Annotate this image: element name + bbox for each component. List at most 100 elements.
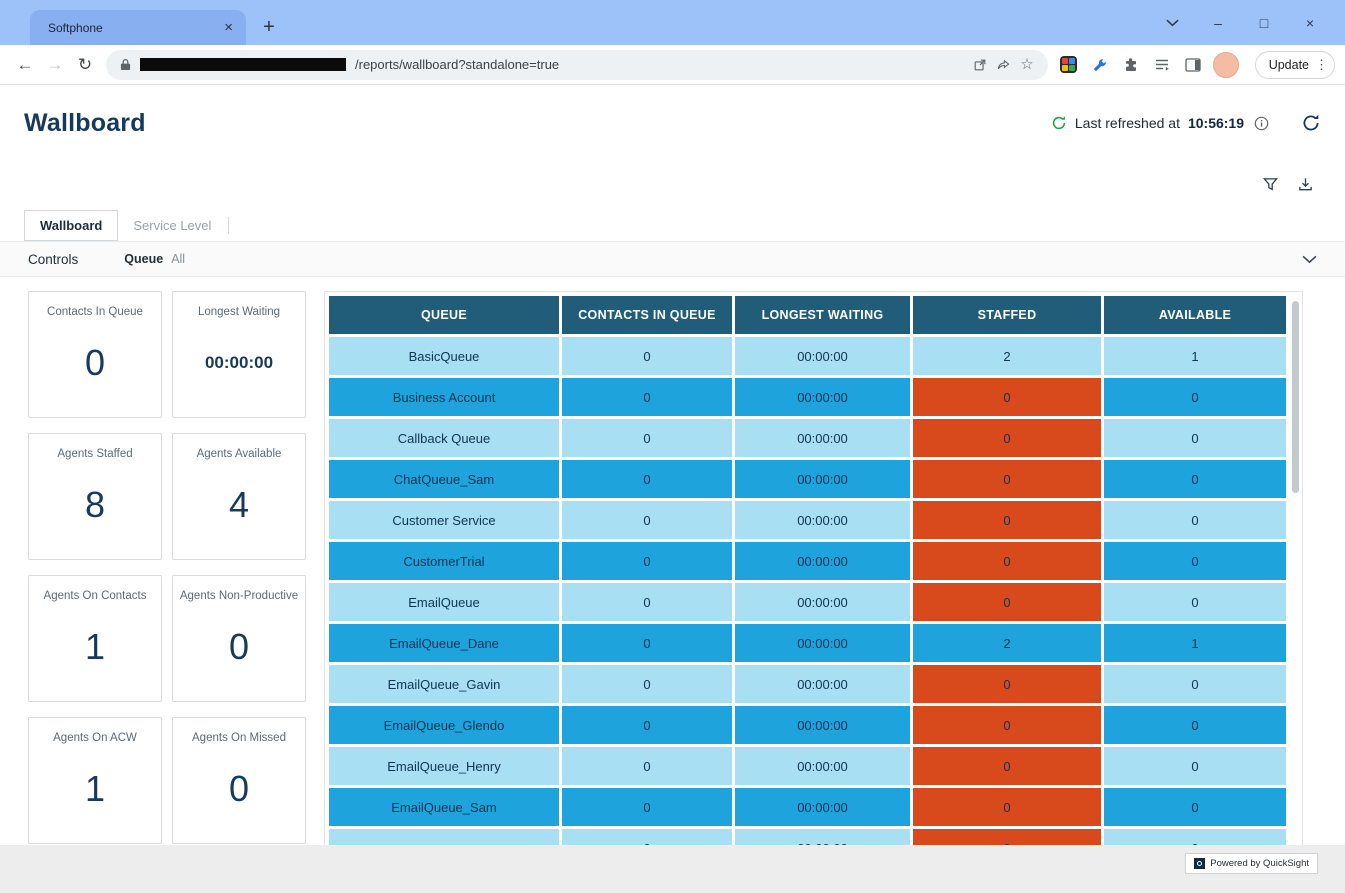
tab-close-icon[interactable]: × (221, 20, 236, 35)
staffed-cell[interactable]: 0 (913, 665, 1101, 703)
available-cell[interactable]: 0 (1104, 788, 1286, 826)
available-cell[interactable]: 0 (1104, 460, 1286, 498)
staffed-cell[interactable]: 0 (913, 419, 1101, 457)
contacts-cell[interactable]: 0 (562, 337, 732, 375)
contacts-cell[interactable]: 0 (562, 747, 732, 785)
column-header-staffed[interactable]: STAFFED (913, 296, 1101, 334)
available-cell[interactable]: 0 (1104, 542, 1286, 580)
queue-cell[interactable]: Business Account (329, 378, 559, 416)
available-cell[interactable]: 1 (1104, 337, 1286, 375)
contacts-cell[interactable]: 0 (562, 378, 732, 416)
back-button[interactable]: ← (10, 55, 40, 75)
filter-funnel-icon[interactable] (1263, 177, 1278, 192)
forward-button[interactable]: → (40, 55, 70, 75)
window-chevron-icon[interactable] (1149, 19, 1195, 27)
available-cell[interactable]: 0 (1104, 829, 1286, 846)
queue-cell[interactable]: ChatQueue_Sam (329, 460, 559, 498)
queue-cell[interactable]: CustomerTrial (329, 542, 559, 580)
queue-cell[interactable]: EmailQueue_Glendo (329, 706, 559, 744)
browser-menu-kebab-icon[interactable]: ⋮ (1315, 57, 1328, 73)
contacts-cell[interactable]: 0 (562, 542, 732, 580)
available-cell[interactable]: 0 (1104, 747, 1286, 785)
column-header-contacts-in-queue[interactable]: CONTACTS IN QUEUE (562, 296, 732, 334)
column-header-available[interactable]: AVAILABLE (1104, 296, 1286, 334)
table-scrollbar[interactable] (1292, 301, 1299, 493)
browser-tab[interactable]: Softphone × (30, 10, 246, 45)
reload-button[interactable]: ↻ (70, 55, 100, 75)
contacts-cell[interactable]: 0 (562, 419, 732, 457)
new-tab-button[interactable]: + (254, 12, 284, 42)
queue-filter[interactable]: Queue All (124, 252, 185, 266)
queue-cell[interactable]: Callback Queue (329, 419, 559, 457)
longest-cell[interactable]: 00:00:00 (735, 788, 910, 826)
contacts-cell[interactable]: 0 (562, 788, 732, 826)
available-cell[interactable]: 0 (1104, 583, 1286, 621)
staffed-cell[interactable]: 0 (913, 747, 1101, 785)
lock-icon[interactable] (120, 58, 131, 71)
queue-cell[interactable]: EmailQueue_Dane (329, 624, 559, 662)
staffed-cell[interactable]: 0 (913, 706, 1101, 744)
queue-cell[interactable]: BasicQueue (329, 337, 559, 375)
longest-cell[interactable]: 00:00:00 (735, 829, 910, 846)
queue-cell[interactable]: EmailQueue_Sam (329, 788, 559, 826)
staffed-cell[interactable]: 0 (913, 542, 1101, 580)
side-panel-icon[interactable] (1182, 54, 1204, 76)
staffed-cell[interactable]: 2 (913, 624, 1101, 662)
longest-cell[interactable]: 00:00:00 (735, 542, 910, 580)
share-icon[interactable] (996, 58, 1011, 72)
extensions-puzzle-icon[interactable] (1120, 54, 1142, 76)
longest-cell[interactable]: 00:00:00 (735, 665, 910, 703)
staffed-cell[interactable]: 0 (913, 583, 1101, 621)
longest-cell[interactable]: 00:00:00 (735, 583, 910, 621)
available-cell[interactable]: 0 (1104, 706, 1286, 744)
contacts-cell[interactable]: 0 (562, 583, 732, 621)
queue-cell[interactable]: EmailQueue_Gavin (329, 665, 559, 703)
refresh-dashboard-button[interactable] (1301, 113, 1321, 133)
staffed-cell[interactable]: 0 (913, 378, 1101, 416)
tab-service-level[interactable]: Service Level (118, 210, 226, 241)
staffed-cell[interactable]: 2 (913, 337, 1101, 375)
longest-cell[interactable]: 00:00:00 (735, 460, 910, 498)
color-extension-icon[interactable] (1058, 54, 1080, 76)
contacts-cell[interactable]: 0 (562, 665, 732, 703)
address-bar[interactable]: /reports/wallboard?standalone=true ☆ (106, 50, 1048, 80)
bookmark-star-icon[interactable]: ☆ (1020, 57, 1033, 72)
longest-cell[interactable]: 00:00:00 (735, 706, 910, 744)
longest-cell[interactable]: 00:00:00 (735, 378, 910, 416)
tab-wallboard[interactable]: Wallboard (24, 210, 118, 241)
queue-cell[interactable] (329, 829, 559, 846)
queue-cell[interactable]: EmailQueue (329, 583, 559, 621)
longest-cell[interactable]: 00:00:00 (735, 337, 910, 375)
contacts-cell[interactable]: 0 (562, 706, 732, 744)
open-in-new-icon[interactable] (973, 58, 987, 72)
update-browser-button[interactable]: Update ⋮ (1255, 51, 1335, 79)
minimize-button[interactable]: – (1195, 15, 1241, 31)
column-header-queue[interactable]: QUEUE (329, 296, 559, 334)
export-download-icon[interactable] (1298, 177, 1313, 192)
available-cell[interactable]: 0 (1104, 665, 1286, 703)
controls-collapse-chevron-icon[interactable] (1302, 255, 1317, 264)
staffed-cell[interactable]: 0 (913, 829, 1101, 846)
contacts-cell[interactable]: 0 (562, 829, 732, 846)
staffed-cell[interactable]: 0 (913, 788, 1101, 826)
column-header-longest-waiting[interactable]: LONGEST WAITING (735, 296, 910, 334)
reading-list-icon[interactable] (1151, 54, 1173, 76)
staffed-cell[interactable]: 0 (913, 460, 1101, 498)
maximize-button[interactable]: □ (1241, 15, 1287, 31)
contacts-cell[interactable]: 0 (562, 460, 732, 498)
longest-cell[interactable]: 00:00:00 (735, 624, 910, 662)
available-cell[interactable]: 0 (1104, 378, 1286, 416)
longest-cell[interactable]: 00:00:00 (735, 501, 910, 539)
info-icon[interactable] (1254, 116, 1269, 131)
contacts-cell[interactable]: 0 (562, 501, 732, 539)
longest-cell[interactable]: 00:00:00 (735, 419, 910, 457)
quicksight-badge[interactable]: Powered by QuickSight (1185, 853, 1318, 874)
available-cell[interactable]: 1 (1104, 624, 1286, 662)
profile-avatar[interactable] (1213, 52, 1239, 78)
queue-cell[interactable]: Customer Service (329, 501, 559, 539)
available-cell[interactable]: 0 (1104, 501, 1286, 539)
available-cell[interactable]: 0 (1104, 419, 1286, 457)
contacts-cell[interactable]: 0 (562, 624, 732, 662)
staffed-cell[interactable]: 0 (913, 501, 1101, 539)
close-button[interactable]: × (1287, 15, 1333, 31)
